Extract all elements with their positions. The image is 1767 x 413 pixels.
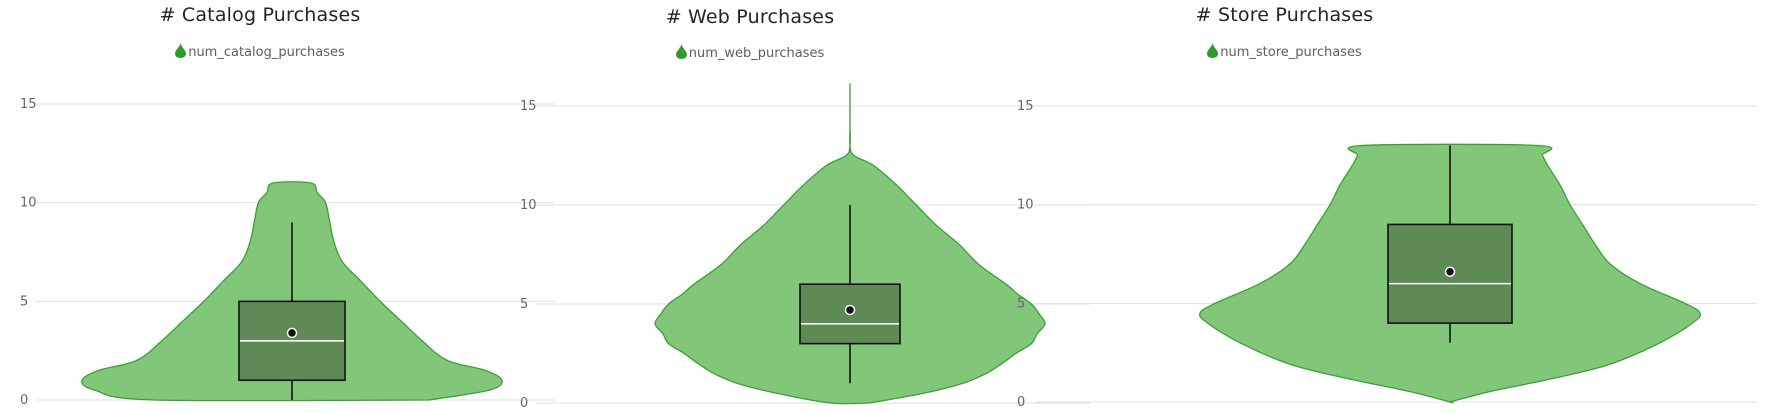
violin-plot-store: 0 5 10 15 bbox=[1017, 99, 1757, 410]
y-tick-label: 5 bbox=[1017, 296, 1025, 311]
y-tick-label: 5 bbox=[520, 297, 528, 312]
y-tick-label: 0 bbox=[520, 396, 528, 411]
violin-plot-catalog: 0 5 10 15 bbox=[20, 97, 555, 408]
y-tick-label: 0 bbox=[1017, 395, 1025, 410]
mean-marker bbox=[1444, 266, 1456, 278]
y-tick-label: 5 bbox=[20, 294, 28, 309]
y-tick-label: 0 bbox=[20, 393, 28, 408]
y-tick-label: 10 bbox=[20, 196, 37, 211]
mean-marker bbox=[286, 327, 298, 339]
chart-panel-store: # Store Purchases num_store_purchases 05… bbox=[980, 0, 1767, 413]
y-tick-label: 15 bbox=[1017, 99, 1034, 114]
y-tick-label: 10 bbox=[1017, 198, 1034, 213]
y-tick-label: 15 bbox=[520, 99, 537, 114]
y-tick-label: 15 bbox=[20, 97, 37, 112]
y-tick-label: 10 bbox=[520, 198, 537, 213]
mean-marker bbox=[844, 304, 856, 316]
chart-panel-catalog: # Catalog Purchases num_catalog_purchase… bbox=[0, 0, 555, 413]
